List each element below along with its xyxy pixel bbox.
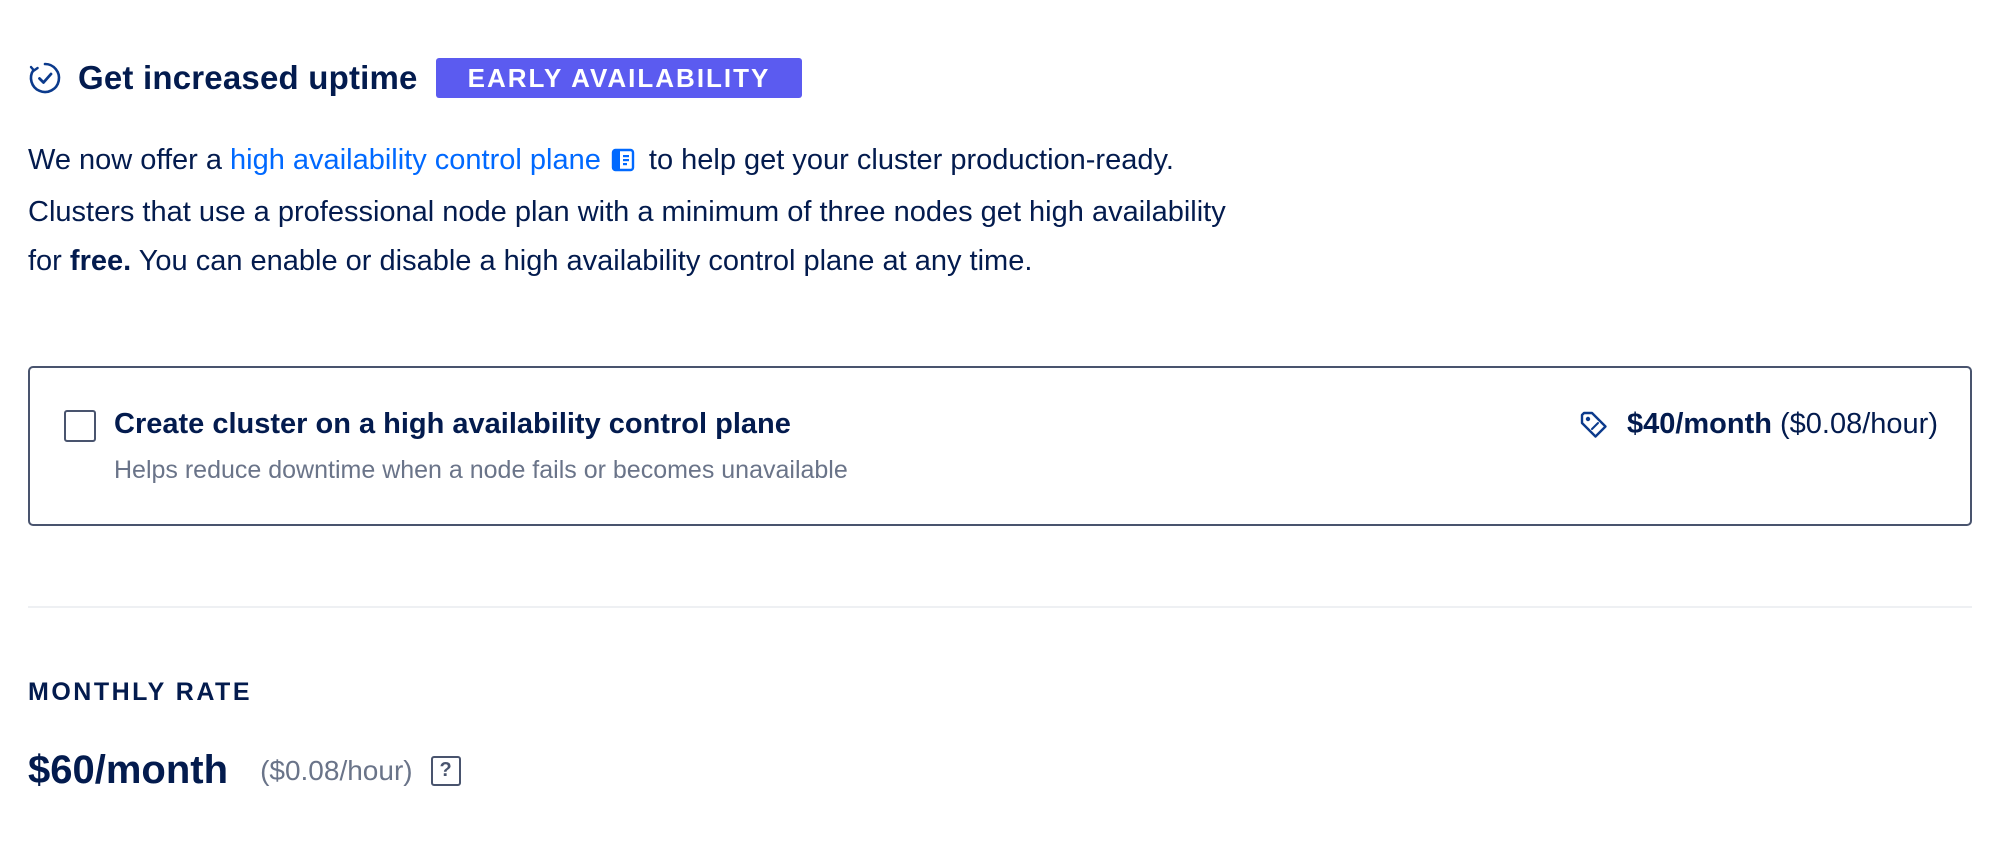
ha-description: We now offer a high availability control… bbox=[28, 136, 1258, 286]
ha-option-title[interactable]: Create cluster on a high availability co… bbox=[114, 408, 791, 441]
section-title: Get increased uptime bbox=[78, 59, 418, 96]
ha-control-plane-link[interactable]: high availability control plane bbox=[230, 144, 641, 176]
ha-price-period: /month bbox=[1675, 408, 1772, 440]
ha-control-plane-link-text[interactable]: high availability control plane bbox=[230, 144, 601, 176]
monthly-rate-amount: $60 bbox=[28, 748, 95, 792]
early-availability-badge: EARLY AVAILABILITY bbox=[435, 58, 803, 98]
monthly-rate-row: $60/month ($0.08/hour) ? bbox=[28, 748, 461, 793]
ha-option-price: $40/month ($0.08/hour) bbox=[1579, 408, 1938, 441]
ha-checkbox[interactable] bbox=[64, 410, 96, 442]
monthly-rate-heading: MONTHLY RATE bbox=[28, 678, 252, 706]
ha-option-subtitle: Helps reduce downtime when a node fails … bbox=[114, 456, 848, 484]
description-emphasis: free. bbox=[69, 245, 132, 277]
description-intro: We now offer a bbox=[28, 144, 222, 176]
section-header: Get increased uptime EARLY AVAILABILITY bbox=[28, 56, 803, 100]
help-icon[interactable]: ? bbox=[430, 755, 461, 786]
price-tag-icon bbox=[1579, 410, 1609, 440]
ha-price-amount: $40 bbox=[1626, 408, 1676, 440]
ha-price-hourly: ($0.08/hour) bbox=[1780, 408, 1938, 440]
monthly-rate-hourly: ($0.08/hour) bbox=[260, 754, 413, 786]
section-divider bbox=[28, 606, 1972, 608]
ha-option-card[interactable]: Create cluster on a high availability co… bbox=[28, 366, 1972, 526]
monthly-rate-total: $60/month bbox=[28, 748, 228, 793]
docs-icon[interactable] bbox=[611, 139, 635, 188]
description-ending: You can enable or disable a high availab… bbox=[138, 245, 1033, 277]
monthly-rate-period: /month bbox=[94, 748, 229, 792]
page: Get increased uptime EARLY AVAILABILITY … bbox=[0, 0, 2000, 864]
check-circle-icon bbox=[28, 61, 62, 95]
